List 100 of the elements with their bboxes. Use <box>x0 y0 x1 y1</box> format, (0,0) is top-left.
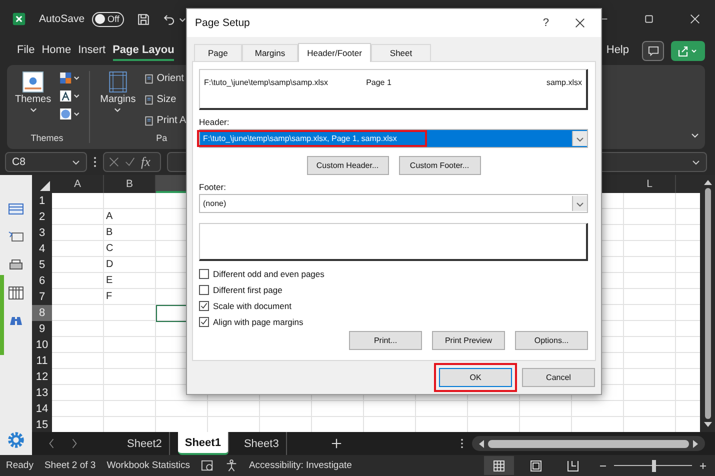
share-button[interactable] <box>671 41 705 61</box>
page-icon <box>144 94 154 104</box>
dialog-title: Page Setup <box>195 17 250 29</box>
add-sheet-icon[interactable] <box>330 438 342 449</box>
menu-tab[interactable]: File <box>17 41 35 61</box>
more-icon[interactable] <box>460 438 464 449</box>
checkbox-label[interactable]: Scale with document <box>213 301 292 311</box>
row-header[interactable]: 5 <box>32 257 52 274</box>
normal-view-button[interactable] <box>484 456 514 475</box>
dialog-button[interactable]: Custom Header... <box>306 156 388 175</box>
scrollbar-thumb[interactable] <box>488 440 689 448</box>
zoom-slider-thumb[interactable] <box>652 460 656 472</box>
cell-text: C <box>106 243 114 254</box>
chevron-down-icon <box>30 106 37 113</box>
row-header[interactable]: 10 <box>32 337 52 354</box>
dialog-tab[interactable]: Margins <box>242 44 298 61</box>
row-header[interactable]: 9 <box>32 321 52 338</box>
row-header[interactable]: 4 <box>32 241 52 258</box>
dialog-tab[interactable]: Page <box>194 44 242 61</box>
menu-tab[interactable]: Home <box>42 41 72 61</box>
status-text: Sheet 2 of 3 <box>44 460 96 471</box>
margins-button[interactable]: Margins <box>98 69 138 131</box>
row-header[interactable]: 6 <box>32 273 52 290</box>
accessibility-icon[interactable] <box>224 459 238 472</box>
column-header[interactable]: A <box>52 175 104 193</box>
scrollbar-thumb[interactable] <box>704 188 710 419</box>
columns-icon[interactable] <box>8 285 24 301</box>
effects-icon[interactable] <box>59 107 82 121</box>
ribbon-item[interactable]: Size <box>144 90 186 109</box>
row-header[interactable]: 13 <box>32 385 52 402</box>
scroll-left-icon[interactable] <box>478 440 484 448</box>
menu-tab[interactable]: Help <box>606 41 629 61</box>
checkbox[interactable] <box>199 301 209 311</box>
insert-function-button[interactable]: fx <box>141 154 150 170</box>
checkbox-label[interactable]: Different first page <box>213 285 282 295</box>
fonts-icon[interactable] <box>59 89 82 103</box>
close-icon[interactable] <box>575 18 585 28</box>
dialog-tab[interactable]: Sheet <box>370 44 432 61</box>
name-box[interactable]: C8 <box>5 152 87 172</box>
undo-icon[interactable] <box>163 12 176 26</box>
help-button[interactable]: ? <box>542 17 549 29</box>
cell-text: B <box>106 227 113 238</box>
preview-text: samp.xlsx <box>546 78 582 87</box>
menu-tab[interactable]: Insert <box>78 41 106 61</box>
chevron-down-icon <box>692 158 700 166</box>
ribbon-item[interactable]: Print A <box>144 111 186 130</box>
settings-icon[interactable] <box>7 431 25 449</box>
row-header[interactable]: 7 <box>32 289 52 306</box>
ribbon-item[interactable]: Orient <box>144 69 186 88</box>
next-sheet-icon[interactable] <box>71 438 78 449</box>
colors-icon[interactable] <box>59 71 82 85</box>
scroll-up-icon[interactable] <box>704 179 712 185</box>
checkmark-icon[interactable] <box>125 157 135 167</box>
scroll-down-icon[interactable] <box>704 422 712 428</box>
dialog-button[interactable]: Print... <box>349 331 422 350</box>
checkbox-label[interactable]: Different odd and even pages <box>213 269 324 279</box>
row-header[interactable]: 12 <box>32 369 52 386</box>
dialog-button[interactable]: Cancel <box>522 368 595 387</box>
more-icon[interactable] <box>93 156 97 168</box>
dialog-button[interactable]: Custom Footer... <box>398 156 480 175</box>
page-icon <box>144 74 154 84</box>
previous-sheet-icon[interactable] <box>48 438 55 449</box>
themes-button[interactable]: Themes <box>13 69 54 131</box>
select-all-icon[interactable] <box>40 181 50 191</box>
zoom-in-icon[interactable] <box>699 462 707 470</box>
row-header[interactable]: 15 <box>32 417 52 432</box>
chevron-down-icon[interactable] <box>691 131 699 139</box>
dialog-button[interactable]: Print Preview <box>432 331 505 350</box>
checkbox-label[interactable]: Align with page margins <box>213 317 304 327</box>
scroll-right-icon[interactable] <box>693 440 699 448</box>
checkbox[interactable] <box>199 269 209 279</box>
checkbox[interactable] <box>199 285 209 295</box>
row-header[interactable]: 14 <box>32 401 52 418</box>
table-icon[interactable] <box>8 201 24 217</box>
page-break-icon <box>567 460 579 472</box>
vertical-scrollbar[interactable] <box>700 175 715 432</box>
horizontal-scrollbar[interactable] <box>472 436 705 451</box>
dialog-tab[interactable]: Header/Footer <box>298 43 371 62</box>
camera-icon[interactable] <box>200 459 214 472</box>
comments-button[interactable] <box>642 41 664 61</box>
dialog-button[interactable]: Options... <box>515 331 588 350</box>
maximize-icon[interactable] <box>644 14 654 24</box>
status-text[interactable]: Accessibility: Investigate <box>248 460 352 471</box>
column-header[interactable]: L <box>624 175 676 193</box>
cancel-icon[interactable] <box>109 157 119 167</box>
app-logo-icon <box>12 12 26 26</box>
row-header[interactable]: 3 <box>32 225 52 242</box>
row-header[interactable]: 1 <box>32 193 52 210</box>
footer-dropdown[interactable]: (none) <box>199 194 588 213</box>
checkbox[interactable] <box>199 317 209 327</box>
save-icon[interactable] <box>137 12 150 26</box>
row-header[interactable]: 11 <box>32 353 52 370</box>
header-dropdown[interactable]: F:\tuto_\june\temp\samp\samp.xlsx, Page 1, samp.xlsx <box>199 129 588 148</box>
autosave-toggle[interactable]: Off <box>92 12 124 26</box>
row-header[interactable]: 8 <box>32 305 52 322</box>
sheet-tab[interactable]: Sheet1 <box>178 432 229 455</box>
dialog-button[interactable]: OK <box>439 368 512 387</box>
menu-tab[interactable]: Page Layou <box>112 41 174 61</box>
status-text[interactable]: Workbook Statistics <box>106 460 190 471</box>
row-header[interactable]: 2 <box>32 209 52 226</box>
